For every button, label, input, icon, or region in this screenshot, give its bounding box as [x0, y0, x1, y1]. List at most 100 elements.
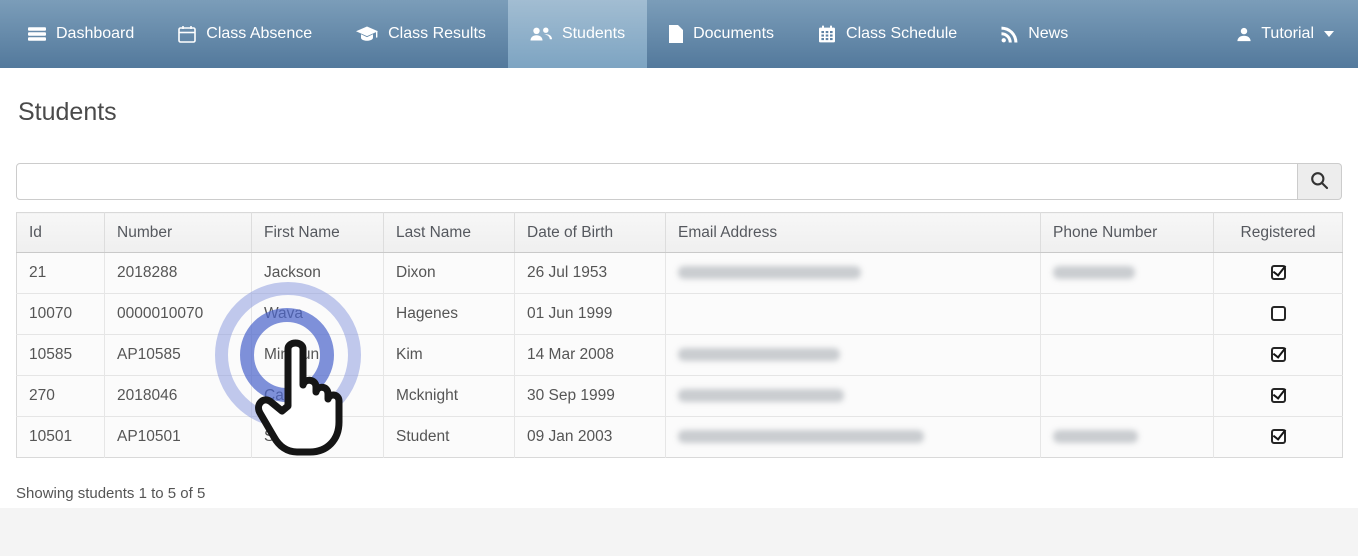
user-menu-label: Tutorial [1261, 25, 1314, 43]
search-icon [1310, 171, 1329, 193]
col-header-dob: Date of Birth [515, 213, 666, 253]
col-header-email: Email Address [666, 213, 1041, 253]
col-header-phone: Phone Number [1041, 213, 1214, 253]
students-table: Id Number First Name Last Name Date of B… [16, 212, 1343, 458]
registered-checkbox[interactable] [1271, 265, 1286, 280]
main-content: Students Id Number First Name Last Name … [0, 68, 1358, 508]
nav-item-students[interactable]: Students [508, 0, 647, 68]
cell-registered [1214, 253, 1343, 294]
student-row[interactable]: 10070 0000010070 Wava Hagenes 01 Jun 199… [17, 294, 1343, 335]
nav-item-news[interactable]: News [979, 0, 1090, 68]
redacted-phone-text [1053, 430, 1138, 443]
student-row[interactable]: 10501 AP10501 Sa Student 09 Jan 2003 [17, 417, 1343, 458]
cell-phone [1041, 335, 1214, 376]
search-input[interactable] [16, 163, 1298, 200]
redacted-email-text [678, 266, 861, 279]
search-button[interactable] [1298, 163, 1342, 200]
cell-phone [1041, 294, 1214, 335]
student-row[interactable]: 21 2018288 Jackson Dixon 26 Jul 1953 [17, 253, 1343, 294]
page-title: Students [16, 68, 1342, 127]
cell-number: AP10501 [105, 417, 252, 458]
caret-down-icon [1324, 31, 1334, 37]
cell-id: 270 [17, 376, 105, 417]
students-table-body: 21 2018288 Jackson Dixon 26 Jul 1953 100… [17, 253, 1343, 458]
graduation-cap-icon [356, 26, 378, 43]
redacted-email-text [678, 389, 844, 402]
cell-dob: 01 Jun 1999 [515, 294, 666, 335]
nav-item-label: Dashboard [56, 25, 134, 43]
cell-email [666, 294, 1041, 335]
student-row[interactable]: 10585 AP10585 Min-Jun Kim 14 Mar 2008 [17, 335, 1343, 376]
cell-dob: 30 Sep 1999 [515, 376, 666, 417]
cell-email [666, 253, 1041, 294]
redacted-phone-text [1053, 266, 1135, 279]
cell-registered [1214, 294, 1343, 335]
cell-id: 21 [17, 253, 105, 294]
cell-number: AP10585 [105, 335, 252, 376]
cell-id: 10070 [17, 294, 105, 335]
nav-item-label: News [1028, 25, 1068, 43]
col-header-last-name: Last Name [384, 213, 515, 253]
registered-checkbox[interactable] [1271, 306, 1286, 321]
calendar-outline-icon [178, 25, 196, 43]
nav-item-dashboard[interactable]: Dashboard [6, 0, 156, 68]
cell-email [666, 417, 1041, 458]
nav-item-label: Class Absence [206, 25, 312, 43]
cell-first-name: Jackson [252, 253, 384, 294]
cell-last-name: Dixon [384, 253, 515, 294]
nav-item-class-schedule[interactable]: Class Schedule [796, 0, 979, 68]
user-menu-tutorial[interactable]: Tutorial [1215, 0, 1356, 68]
cell-registered [1214, 376, 1343, 417]
redacted-email-text [678, 348, 840, 361]
cell-last-name: Mcknight [384, 376, 515, 417]
cell-last-name: Kim [384, 335, 515, 376]
cell-phone [1041, 417, 1214, 458]
cell-number: 2018288 [105, 253, 252, 294]
cell-last-name: Hagenes [384, 294, 515, 335]
cell-id: 10501 [17, 417, 105, 458]
cell-dob: 09 Jan 2003 [515, 417, 666, 458]
nav-item-label: Students [562, 25, 625, 43]
cell-first-name: Cad [252, 376, 384, 417]
cell-email [666, 376, 1041, 417]
registered-checkbox[interactable] [1271, 347, 1286, 362]
calendar-grid-icon [818, 25, 836, 43]
nav-item-label: Documents [693, 25, 774, 43]
nav-item-class-absence[interactable]: Class Absence [156, 0, 334, 68]
nav-item-class-results[interactable]: Class Results [334, 0, 508, 68]
top-navbar: Dashboard Class Absence Class Results St… [0, 0, 1358, 68]
cell-id: 10585 [17, 335, 105, 376]
cell-email [666, 335, 1041, 376]
cell-phone [1041, 376, 1214, 417]
nav-item-label: Class Schedule [846, 25, 957, 43]
cell-dob: 26 Jul 1953 [515, 253, 666, 294]
cell-dob: 14 Mar 2008 [515, 335, 666, 376]
col-header-first-name: First Name [252, 213, 384, 253]
cell-first-name: Wava [252, 294, 384, 335]
col-header-registered: Registered [1214, 213, 1343, 253]
cell-phone [1041, 253, 1214, 294]
rss-icon [1001, 26, 1018, 43]
user-icon [1237, 27, 1251, 42]
col-header-id: Id [17, 213, 105, 253]
registered-checkbox[interactable] [1271, 388, 1286, 403]
table-footer-summary: Showing students 1 to 5 of 5 [16, 485, 1342, 502]
student-row[interactable]: 270 2018046 Cad Mcknight 30 Sep 1999 [17, 376, 1343, 417]
nav-item-documents[interactable]: Documents [647, 0, 796, 68]
registered-checkbox[interactable] [1271, 429, 1286, 444]
cell-registered [1214, 417, 1343, 458]
cell-first-name: Min-Jun [252, 335, 384, 376]
cell-first-name: Sa [252, 417, 384, 458]
search-group [16, 163, 1342, 200]
cell-last-name: Student [384, 417, 515, 458]
redacted-email-text [678, 430, 924, 443]
col-header-number: Number [105, 213, 252, 253]
cell-number: 2018046 [105, 376, 252, 417]
students-table-header: Id Number First Name Last Name Date of B… [17, 213, 1343, 253]
cell-registered [1214, 335, 1343, 376]
nav-item-label: Class Results [388, 25, 486, 43]
cell-number: 0000010070 [105, 294, 252, 335]
list-icon [28, 25, 46, 43]
users-icon [530, 26, 552, 42]
file-icon [669, 25, 683, 43]
